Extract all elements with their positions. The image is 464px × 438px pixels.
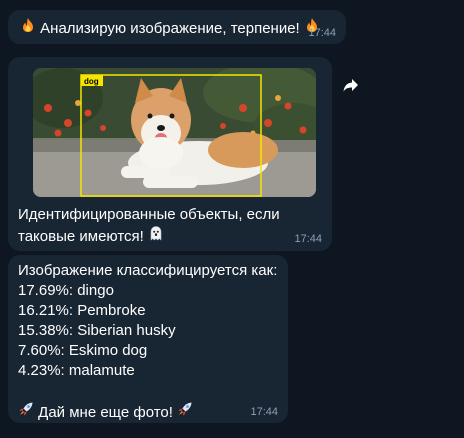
message-timestamp: 17:44 (250, 406, 278, 418)
message-timestamp: 17:44 (308, 27, 336, 39)
result-row: 16.21%: Pembroke (18, 302, 146, 319)
fire-icon (20, 17, 36, 39)
share-arrow-icon (343, 79, 358, 92)
dog-photo[interactable]: dog (33, 68, 316, 197)
result-row: 15.38%: Siberian husky (18, 322, 176, 339)
rocket-icon (18, 401, 34, 423)
share-button[interactable] (338, 72, 364, 98)
message-bubble-classification[interactable]: Изображение классифицируется как: 17.69%… (8, 255, 288, 423)
message-timestamp: 17:44 (294, 233, 322, 245)
message-bubble-status[interactable]: Анализирую изображение, терпение! 17:44 (8, 10, 346, 44)
dog-photo-illustration: dog (33, 68, 316, 197)
caption-line-2: таковые имеются! (18, 228, 144, 245)
rocket-icon (177, 401, 193, 423)
footer-text: Дай мне еще фото! (38, 404, 173, 421)
caption-line-1: Идентифицированные объекты, если (18, 206, 280, 223)
message-bubble-photo[interactable]: dog Идентифицированные объекты, если так… (8, 57, 332, 251)
classification-header: Изображение классифицируется как: (18, 262, 278, 279)
result-row: 4.23%: malamute (18, 362, 135, 379)
result-row: 17.69%: dingo (18, 282, 114, 299)
ghost-icon (148, 225, 164, 247)
result-row: 7.60%: Eskimo dog (18, 342, 148, 359)
message-text: Анализирую изображение, терпение! (40, 20, 300, 37)
detection-label: dog (84, 77, 99, 86)
